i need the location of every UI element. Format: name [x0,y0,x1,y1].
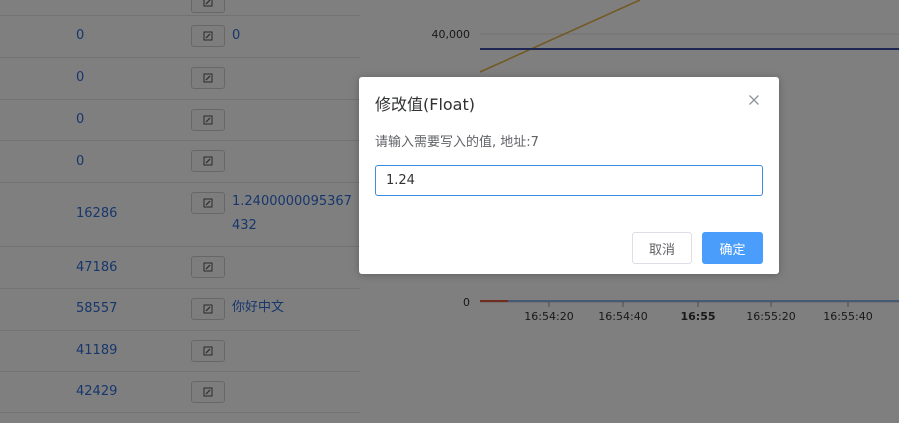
page: 0 0 0 0 0 16286 [0,0,899,423]
close-icon[interactable] [746,92,762,108]
confirm-button[interactable]: 确定 [702,232,763,264]
dialog-message: 请输入需要写入的值, 地址:7 [375,135,539,150]
value-input[interactable] [375,165,763,196]
edit-value-dialog: 修改值(Float) 请输入需要写入的值, 地址:7 取消 确定 [359,77,779,274]
cancel-button[interactable]: 取消 [632,232,692,264]
dialog-title: 修改值(Float) [375,95,476,114]
